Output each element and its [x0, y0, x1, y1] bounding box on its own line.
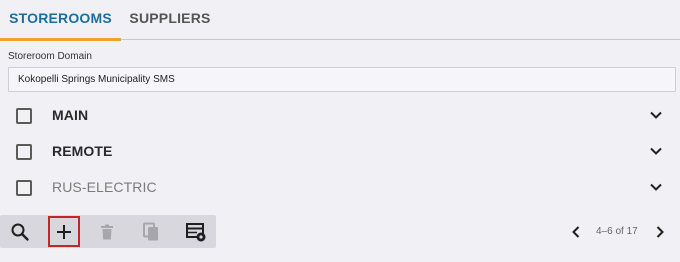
row-checkbox[interactable]: [16, 180, 32, 196]
storeroom-domain-label: Storeroom Domain: [8, 51, 92, 62]
action-toolbar: [0, 215, 216, 248]
table-settings-button[interactable]: [180, 215, 212, 248]
copy-button[interactable]: [135, 215, 167, 248]
tab-suppliers[interactable]: SUPPLIERS: [121, 0, 219, 40]
search-icon: [11, 223, 29, 241]
storeroom-domain-field[interactable]: Kokopelli Springs Municipality SMS: [8, 67, 676, 92]
chevron-left-icon[interactable]: [568, 224, 584, 240]
storeroom-name: RUS-ELECTRIC: [52, 179, 157, 195]
pagination-range: 4–6 of 17: [596, 226, 638, 237]
list-item[interactable]: RUS-ELECTRIC: [0, 170, 680, 206]
chevron-down-icon[interactable]: [648, 179, 664, 195]
table-settings-icon: [186, 222, 206, 241]
add-button[interactable]: [48, 216, 80, 247]
tab-bar: STOREROOMS SUPPLIERS: [0, 0, 680, 41]
chevron-right-icon[interactable]: [652, 224, 668, 240]
tab-storerooms[interactable]: STOREROOMS: [0, 0, 121, 41]
trash-icon: [101, 224, 113, 239]
chevron-down-icon[interactable]: [648, 107, 664, 123]
storeroom-name: REMOTE: [52, 143, 113, 159]
chevron-down-icon[interactable]: [648, 143, 664, 159]
copy-icon: [143, 222, 158, 240]
storeroom-name: MAIN: [52, 107, 89, 123]
delete-button[interactable]: [91, 215, 123, 248]
search-button[interactable]: [4, 215, 36, 248]
row-checkbox[interactable]: [16, 144, 32, 160]
plus-icon: [57, 224, 71, 239]
row-checkbox[interactable]: [16, 108, 32, 124]
list-item[interactable]: REMOTE: [0, 134, 680, 170]
list-item[interactable]: MAIN: [0, 98, 680, 134]
